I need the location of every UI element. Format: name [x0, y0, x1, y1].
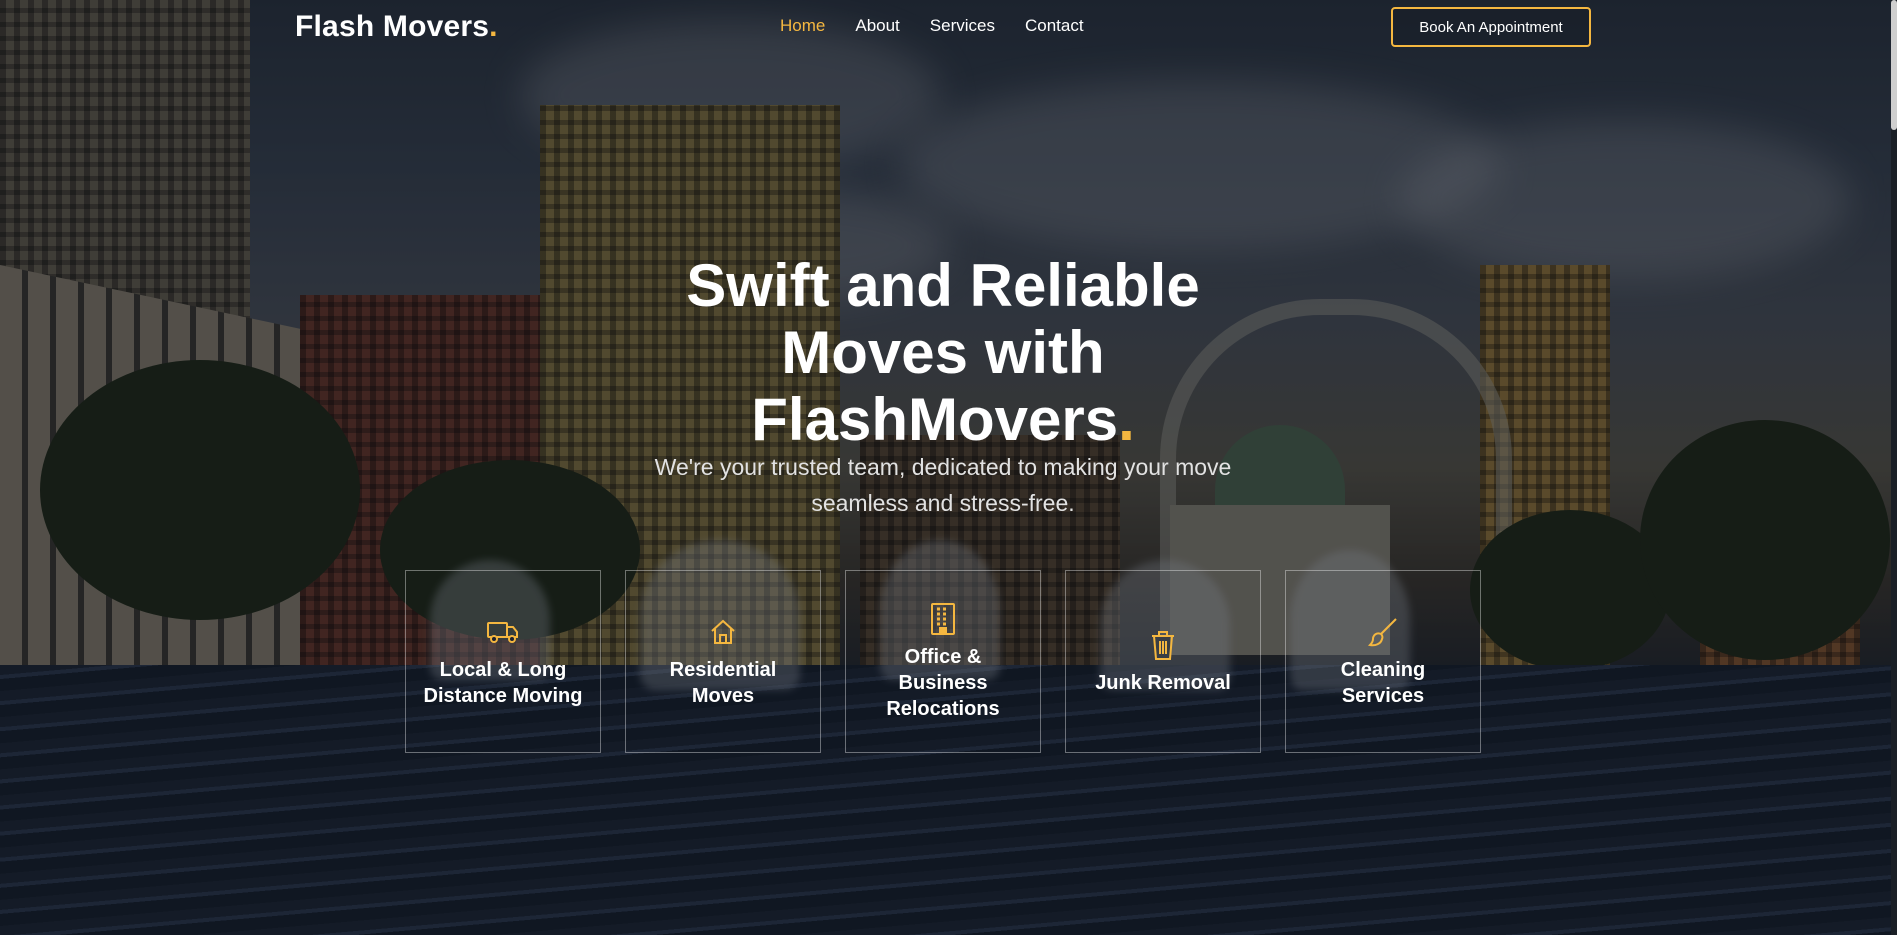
hero-title-line-2: Moves with [781, 319, 1105, 387]
hero-subtitle: We're your trusted team, dedicated to ma… [654, 454, 1232, 516]
trash-icon [1146, 628, 1180, 662]
truck-icon [486, 615, 520, 649]
house-icon [706, 615, 740, 649]
page-scrollbar[interactable] [1891, 0, 1897, 935]
service-label: Office & Business Relocations [886, 645, 1000, 720]
service-card-cleaning[interactable]: Cleaning Services [1285, 570, 1481, 753]
logo-accent-dot: . [489, 10, 498, 43]
book-appointment-button[interactable]: Book An Appointment [1391, 7, 1591, 47]
main-nav: Home About Services Contact [780, 16, 1084, 36]
service-label: Cleaning Services [1340, 658, 1426, 707]
scrollbar-thumb[interactable] [1891, 0, 1897, 130]
site-header: Flash Movers. Home About Services Contac… [0, 0, 1897, 54]
nav-link-services[interactable]: Services [930, 16, 995, 36]
logo-text: Flash Movers [295, 10, 490, 43]
building-icon [926, 602, 960, 636]
hero-title-line-3: FlashMovers [751, 386, 1119, 454]
nav-link-home[interactable]: Home [780, 16, 825, 36]
service-label: Junk Removal [1095, 671, 1231, 694]
site-logo[interactable]: Flash Movers. [295, 10, 498, 44]
service-card-residential[interactable]: Residential Moves [625, 570, 821, 753]
service-label: Residential Moves [669, 658, 777, 707]
services-cards: Local & Long Distance Moving Residential… [405, 570, 1481, 753]
service-card-office[interactable]: Office & Business Relocations [845, 570, 1041, 753]
hero-title: Swift and Reliable Moves with FlashMover… [560, 252, 1326, 453]
hero-title-accent-dot: . [1118, 386, 1135, 454]
nav-link-contact[interactable]: Contact [1025, 16, 1084, 36]
hero-title-line-1: Swift and Reliable [686, 252, 1200, 320]
nav-link-about[interactable]: About [855, 16, 899, 36]
service-label: Local & Long Distance Moving [423, 658, 583, 707]
brush-icon [1366, 615, 1400, 649]
service-card-junk-removal[interactable]: Junk Removal [1065, 570, 1261, 753]
service-card-moving[interactable]: Local & Long Distance Moving [405, 570, 601, 753]
